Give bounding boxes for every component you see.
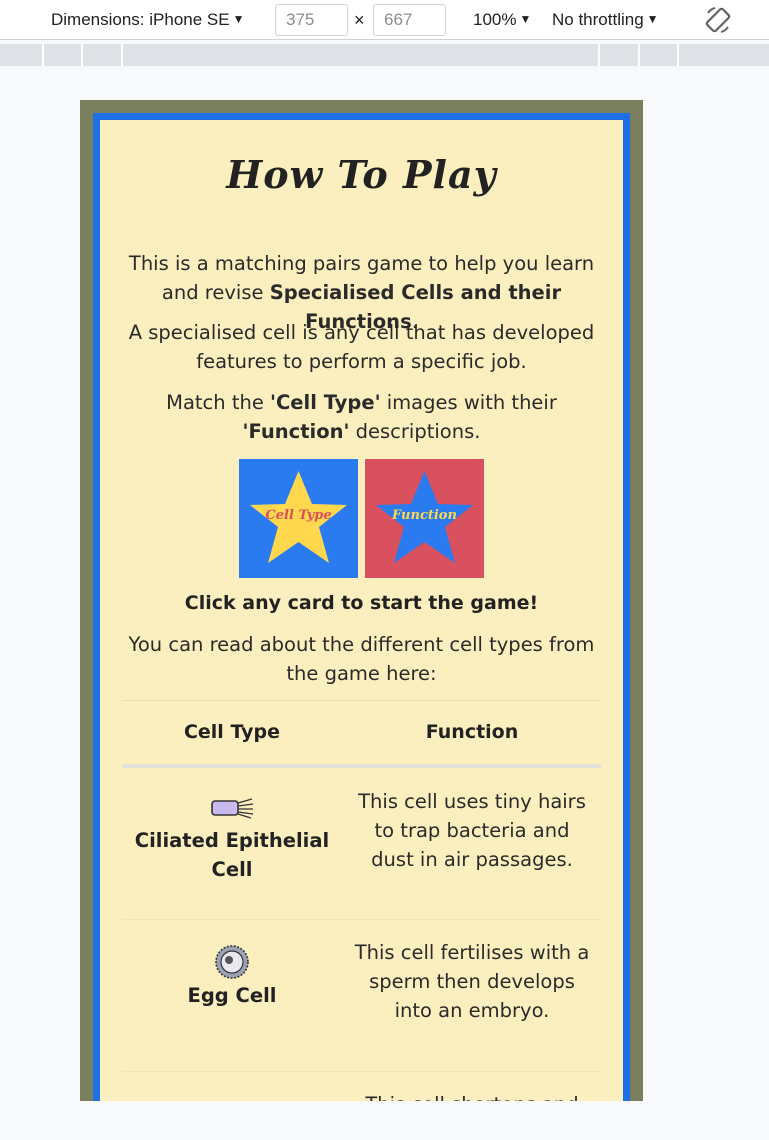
table-row: Egg Cell This cell fertilises with a spe… xyxy=(122,920,601,1072)
example-cards: Cell Type Function xyxy=(239,459,485,578)
egg-cell-icon xyxy=(215,945,249,979)
cell-name: Egg Cell xyxy=(187,984,277,1007)
cell-types-table: Cell Type Function Ciliated Epithelial C… xyxy=(122,700,601,1101)
caret-down-icon: ▼ xyxy=(646,12,659,26)
width-input[interactable] xyxy=(275,4,348,36)
cell-function: This cell fertilises with a sperm then d… xyxy=(354,941,590,1022)
cell-name: Ciliated Epithelial Cell xyxy=(134,829,330,881)
table-row: This cell shortens and xyxy=(122,1072,601,1101)
start-instruction: Click any card to start the game! xyxy=(184,592,539,614)
definition-text: A specialised cell is any cell that has … xyxy=(128,321,595,373)
header-function: Function xyxy=(425,721,519,743)
throttling-label: No throttling xyxy=(552,10,644,29)
zoom-dropdown[interactable]: 100% ▼ xyxy=(473,10,531,30)
times-symbol: × xyxy=(354,10,365,30)
rotate-icon[interactable] xyxy=(703,5,733,35)
cell-type-card-label: Cell Type xyxy=(265,508,332,523)
header-cell-type: Cell Type xyxy=(183,721,281,743)
device-viewport: How To Play This is a matching pairs gam… xyxy=(80,100,643,1101)
dimensions-label: Dimensions: iPhone SE xyxy=(51,10,230,29)
how-to-play-card: How To Play This is a matching pairs gam… xyxy=(100,120,623,1101)
read-more-text: You can read about the different cell ty… xyxy=(128,633,595,685)
match-instructions: Match the 'Cell Type' images with their … xyxy=(166,391,557,443)
throttling-dropdown[interactable]: No throttling ▼ xyxy=(552,10,659,30)
caret-down-icon: ▼ xyxy=(519,12,532,26)
cell-type-card[interactable]: Cell Type xyxy=(239,459,358,578)
zoom-label: 100% xyxy=(473,10,517,29)
page-title: How To Play xyxy=(226,152,497,197)
function-card[interactable]: Function xyxy=(365,459,484,578)
table-header: Cell Type Function xyxy=(122,700,601,768)
muscle-cell-icon xyxy=(215,1098,249,1101)
height-input[interactable] xyxy=(373,4,446,36)
media-query-ruler xyxy=(0,44,769,66)
ciliated-cell-icon xyxy=(211,798,254,819)
caret-down-icon: ▼ xyxy=(232,12,245,26)
function-card-label: Function xyxy=(392,508,457,523)
cell-function: This cell shortens and xyxy=(352,1090,592,1101)
devtools-toolbar: Dimensions: iPhone SE▼ × 100%▼ No thrott… xyxy=(0,0,769,40)
dimensions-dropdown[interactable]: Dimensions: iPhone SE ▼ xyxy=(51,10,244,30)
cell-function: This cell uses tiny hairs to trap bacter… xyxy=(358,790,586,871)
game-frame: How To Play This is a matching pairs gam… xyxy=(93,113,630,1101)
table-row: Ciliated Epithelial Cell This cell uses … xyxy=(122,768,601,920)
